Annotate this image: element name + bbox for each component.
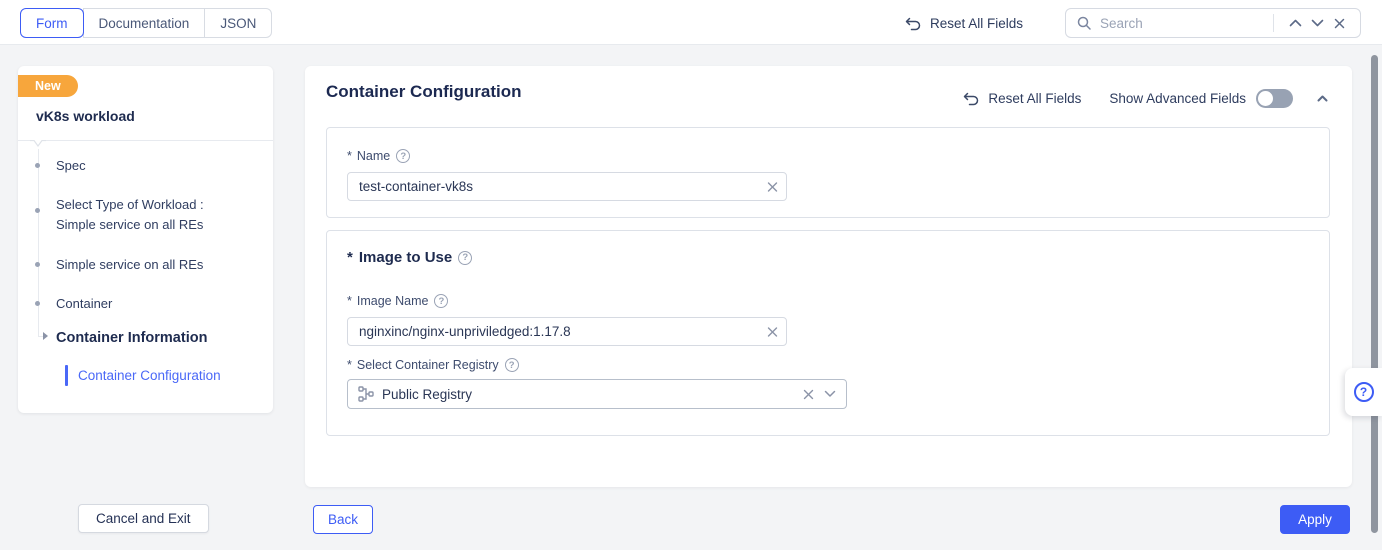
- search-icon: [1076, 15, 1092, 31]
- sidebar-item-spec[interactable]: Spec: [56, 156, 86, 176]
- sidebar-item-simple-service[interactable]: Simple service on all REs: [56, 255, 203, 275]
- help-icon: ?: [1354, 382, 1374, 402]
- image-section-heading: * Image to Use ?: [347, 249, 472, 266]
- expand-arrow-icon: [43, 332, 48, 340]
- sidebar-item-container[interactable]: Container: [56, 294, 112, 314]
- image-section-help-icon[interactable]: ?: [458, 251, 472, 265]
- image-name-clear-icon[interactable]: [767, 326, 778, 337]
- registry-select[interactable]: Public Registry: [347, 379, 847, 409]
- registry-nodes-icon: [358, 386, 374, 402]
- search-close-icon[interactable]: [1328, 12, 1350, 34]
- reset-icon: [963, 91, 980, 106]
- search-bar: [1065, 8, 1361, 38]
- view-tabs: Form Documentation JSON: [20, 8, 272, 38]
- new-badge: New: [18, 75, 78, 97]
- registry-chevron-down-icon[interactable]: [824, 390, 836, 398]
- registry-help-icon[interactable]: ?: [505, 358, 519, 372]
- top-bar: Form Documentation JSON Reset All Fields: [0, 0, 1382, 45]
- collapse-section-icon[interactable]: [1317, 95, 1328, 102]
- sidebar-item-select-type-of-workload[interactable]: Select Type of Workload : Simple service…: [56, 195, 242, 235]
- panel-title: Container Configuration: [326, 82, 521, 102]
- reset-icon: [905, 16, 922, 31]
- name-input-wrap: [347, 172, 787, 201]
- sidebar-item-container-information[interactable]: Container Information: [56, 328, 207, 348]
- sidebar-divider: [18, 140, 273, 147]
- image-name-help-icon[interactable]: ?: [434, 294, 448, 308]
- reset-all-fields-label: Reset All Fields: [930, 16, 1023, 31]
- panel-reset-label: Reset All Fields: [988, 91, 1081, 106]
- panel-reset-all-fields-button[interactable]: Reset All Fields: [963, 91, 1081, 106]
- active-item-bar: [65, 365, 68, 386]
- name-help-icon[interactable]: ?: [396, 149, 410, 163]
- tab-documentation[interactable]: Documentation: [83, 8, 206, 38]
- tree-bullet: [35, 301, 40, 306]
- search-prev-button[interactable]: [1284, 12, 1306, 34]
- vertical-scrollbar[interactable]: [1371, 55, 1378, 533]
- name-field-label: * Name ?: [347, 149, 410, 163]
- image-name-input[interactable]: [347, 317, 787, 346]
- divider-notch-icon: [30, 140, 46, 147]
- advanced-fields-label: Show Advanced Fields: [1109, 91, 1246, 106]
- registry-label: * Select Container Registry ?: [347, 358, 519, 372]
- help-flyout-button[interactable]: ?: [1345, 368, 1382, 416]
- image-fieldset: * Image to Use ? * Image Name ? * Select…: [326, 230, 1330, 436]
- search-next-button[interactable]: [1306, 12, 1328, 34]
- required-marker: *: [347, 294, 352, 308]
- search-separator: [1273, 14, 1274, 32]
- required-marker: *: [347, 149, 352, 163]
- image-name-input-wrap: [347, 317, 787, 346]
- workload-sidebar: New vK8s workload Spec Select Type of Wo…: [18, 66, 273, 413]
- name-input[interactable]: [347, 172, 787, 201]
- container-configuration-panel: Container Configuration Reset All Fields…: [305, 66, 1352, 487]
- panel-header-controls: Reset All Fields Show Advanced Fields: [963, 89, 1328, 108]
- show-advanced-fields-toggle[interactable]: [1256, 89, 1293, 108]
- name-clear-icon[interactable]: [767, 181, 778, 192]
- reset-all-fields-button[interactable]: Reset All Fields: [905, 8, 1023, 38]
- tree-connector-line: [38, 149, 39, 337]
- tab-form[interactable]: Form: [20, 8, 84, 38]
- cancel-and-exit-button[interactable]: Cancel and Exit: [78, 504, 209, 533]
- tree-bullet: [35, 163, 40, 168]
- registry-selected-value: Public Registry: [382, 387, 803, 402]
- search-input[interactable]: [1100, 16, 1267, 31]
- image-name-label: * Image Name ?: [347, 294, 448, 308]
- toggle-knob: [1258, 91, 1273, 106]
- tree-bullet: [35, 262, 40, 267]
- apply-button[interactable]: Apply: [1280, 505, 1350, 534]
- tree-bullet: [35, 208, 40, 213]
- required-marker: *: [347, 358, 352, 372]
- sidebar-item-container-configuration[interactable]: Container Configuration: [78, 366, 221, 386]
- name-fieldset: * Name ?: [326, 127, 1330, 218]
- tab-json[interactable]: JSON: [204, 8, 272, 38]
- sidebar-title: vK8s workload: [36, 108, 135, 124]
- back-button[interactable]: Back: [313, 505, 373, 534]
- page: Form Documentation JSON Reset All Fields: [0, 0, 1382, 550]
- registry-clear-icon[interactable]: [803, 389, 814, 400]
- required-marker: *: [347, 249, 353, 266]
